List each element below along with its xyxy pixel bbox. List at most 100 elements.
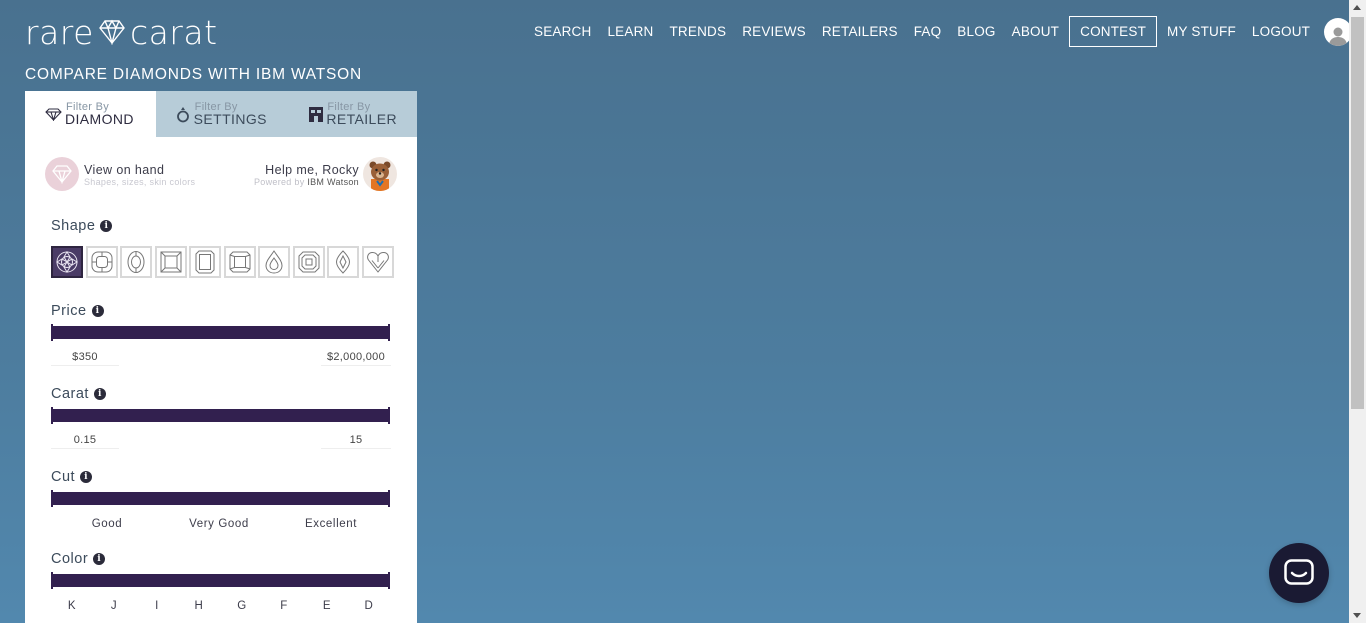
shape-princess-button[interactable] <box>154 246 187 278</box>
nav-search[interactable]: SEARCH <box>526 16 599 47</box>
scroll-up-arrow-icon[interactable] <box>1353 5 1361 10</box>
shape-marquise-button[interactable] <box>327 246 359 278</box>
carat-min-input[interactable]: 0.15 <box>51 433 119 449</box>
shape-oval-button[interactable] <box>120 246 152 278</box>
page-title-emphasis: IBM WATSON <box>255 66 363 83</box>
page-title-prefix: COMPARE DIAMONDS WITH <box>25 66 256 83</box>
tab-diamond[interactable]: Filter By DIAMOND <box>25 91 156 137</box>
page-title: COMPARE DIAMONDS WITH IBM WATSON <box>25 66 362 84</box>
oval-shape-icon <box>127 251 145 273</box>
emerald-shape-icon <box>195 250 215 274</box>
shape-options <box>51 246 396 278</box>
store-icon <box>309 107 324 127</box>
cut-label-text: Cut <box>51 469 76 485</box>
tab-settings-label: SETTINGS <box>193 111 267 127</box>
color-tick-j: J <box>110 600 118 612</box>
color-tick-h: H <box>194 600 204 612</box>
shape-pear-button[interactable] <box>258 246 290 278</box>
tab-retailer-label: RETAILER <box>326 111 397 127</box>
scroll-thumb[interactable] <box>1351 17 1364 409</box>
shape-emerald-button[interactable] <box>189 246 221 278</box>
shape-round-button[interactable] <box>51 246 83 278</box>
color-filter-label: Color i <box>51 551 106 567</box>
rocky-bear-avatar-icon[interactable] <box>363 157 397 191</box>
help-me-rocky-link[interactable]: Help me, Rocky <box>265 163 359 177</box>
info-icon[interactable]: i <box>93 553 106 565</box>
price-filter-label: Price i <box>51 303 104 319</box>
view-on-hand-icon[interactable] <box>45 157 79 191</box>
cut-filter-label: Cut i <box>51 469 93 485</box>
nav-about[interactable]: ABOUT <box>1004 16 1068 47</box>
main-nav: SEARCH LEARN TRENDS REVIEWS RETAILERS FA… <box>526 16 1353 47</box>
ring-icon <box>176 106 190 128</box>
color-slider[interactable] <box>51 572 390 589</box>
tab-settings[interactable]: Filter By SETTINGS <box>156 91 287 137</box>
shape-asscher-button[interactable] <box>292 246 325 278</box>
color-tick-i: I <box>155 600 159 612</box>
rocky-powered-by: Powered by IBM Watson <box>254 177 359 187</box>
round-shape-icon <box>56 251 78 273</box>
shape-heart-button[interactable] <box>361 246 394 278</box>
nav-logout[interactable]: LOGOUT <box>1244 16 1318 47</box>
nav-learn[interactable]: LEARN <box>599 16 661 47</box>
price-min-input[interactable]: $350 <box>51 350 119 366</box>
color-tick-f: F <box>280 600 288 612</box>
chat-icon <box>1284 559 1314 585</box>
color-label-text: Color <box>51 551 89 567</box>
tab-retailer[interactable]: Filter By RETAILER <box>286 91 417 137</box>
nav-trends[interactable]: TRENDS <box>661 16 734 47</box>
rarecarat-logo[interactable]: rare carat <box>25 13 218 52</box>
carat-slider[interactable] <box>51 407 390 424</box>
color-tick-e: E <box>322 600 332 612</box>
info-icon[interactable]: i <box>93 388 106 400</box>
cushion-shape-icon <box>91 251 112 273</box>
tab-diamond-label: DIAMOND <box>65 111 134 127</box>
pear-shape-icon <box>265 250 283 274</box>
filter-tabs: Filter By DIAMOND Filter By SETTINGS Fil… <box>25 91 417 137</box>
cut-tick-good: Good <box>91 518 123 530</box>
user-avatar-icon[interactable] <box>1324 17 1353 46</box>
logo-text-carat: carat <box>129 12 218 52</box>
filter-panel: Filter By DIAMOND Filter By SETTINGS Fil… <box>25 91 417 623</box>
heart-shape-icon <box>366 251 389 273</box>
nav-blog[interactable]: BLOG <box>949 16 1003 47</box>
rocky-powered-by-brand: IBM Watson <box>307 177 359 187</box>
cut-slider[interactable] <box>51 490 390 507</box>
carat-label-text: Carat <box>51 386 89 402</box>
shape-label-text: Shape <box>51 218 96 234</box>
nav-contest[interactable]: CONTEST <box>1069 16 1158 47</box>
nav-faq[interactable]: FAQ <box>906 16 950 47</box>
chat-launcher-button[interactable] <box>1269 543 1329 603</box>
marquise-shape-icon <box>335 250 351 274</box>
page-scrollbar[interactable] <box>1349 0 1366 623</box>
logo-text-rare: rare <box>25 12 94 52</box>
cut-tick-very-good: Very Good <box>189 518 249 530</box>
color-tick-k: K <box>67 600 77 612</box>
shape-cushion-button[interactable] <box>85 246 118 278</box>
price-slider[interactable] <box>51 324 390 341</box>
princess-shape-icon <box>160 251 181 273</box>
rocky-powered-by-prefix: Powered by <box>253 177 308 187</box>
info-icon[interactable]: i <box>80 471 93 483</box>
price-max-input[interactable]: $2,000,000 <box>321 350 391 366</box>
scroll-down-arrow-icon[interactable] <box>1353 613 1361 618</box>
info-icon[interactable]: i <box>100 220 113 232</box>
carat-max-input[interactable]: 15 <box>321 433 391 449</box>
view-on-hand-link[interactable]: View on hand <box>84 163 164 177</box>
radiant-shape-icon <box>229 251 250 273</box>
nav-my-stuff[interactable]: MY STUFF <box>1159 16 1244 47</box>
cut-tick-excellent: Excellent <box>304 518 358 530</box>
nav-reviews[interactable]: REVIEWS <box>734 16 814 47</box>
nav-retailers[interactable]: RETAILERS <box>814 16 906 47</box>
color-tick-d: D <box>364 600 374 612</box>
shape-filter-label: Shape i <box>51 218 113 234</box>
view-on-hand-subtitle: Shapes, sizes, skin colors <box>84 177 196 187</box>
color-tick-g: G <box>237 600 247 612</box>
shape-radiant-button[interactable] <box>223 246 256 278</box>
carat-filter-label: Carat i <box>51 386 106 402</box>
diamond-logo-icon <box>97 19 127 45</box>
diamond-icon <box>45 108 62 126</box>
price-label-text: Price <box>51 303 87 319</box>
info-icon[interactable]: i <box>91 305 104 317</box>
help-row: View on hand Shapes, sizes, skin colors … <box>45 157 397 193</box>
